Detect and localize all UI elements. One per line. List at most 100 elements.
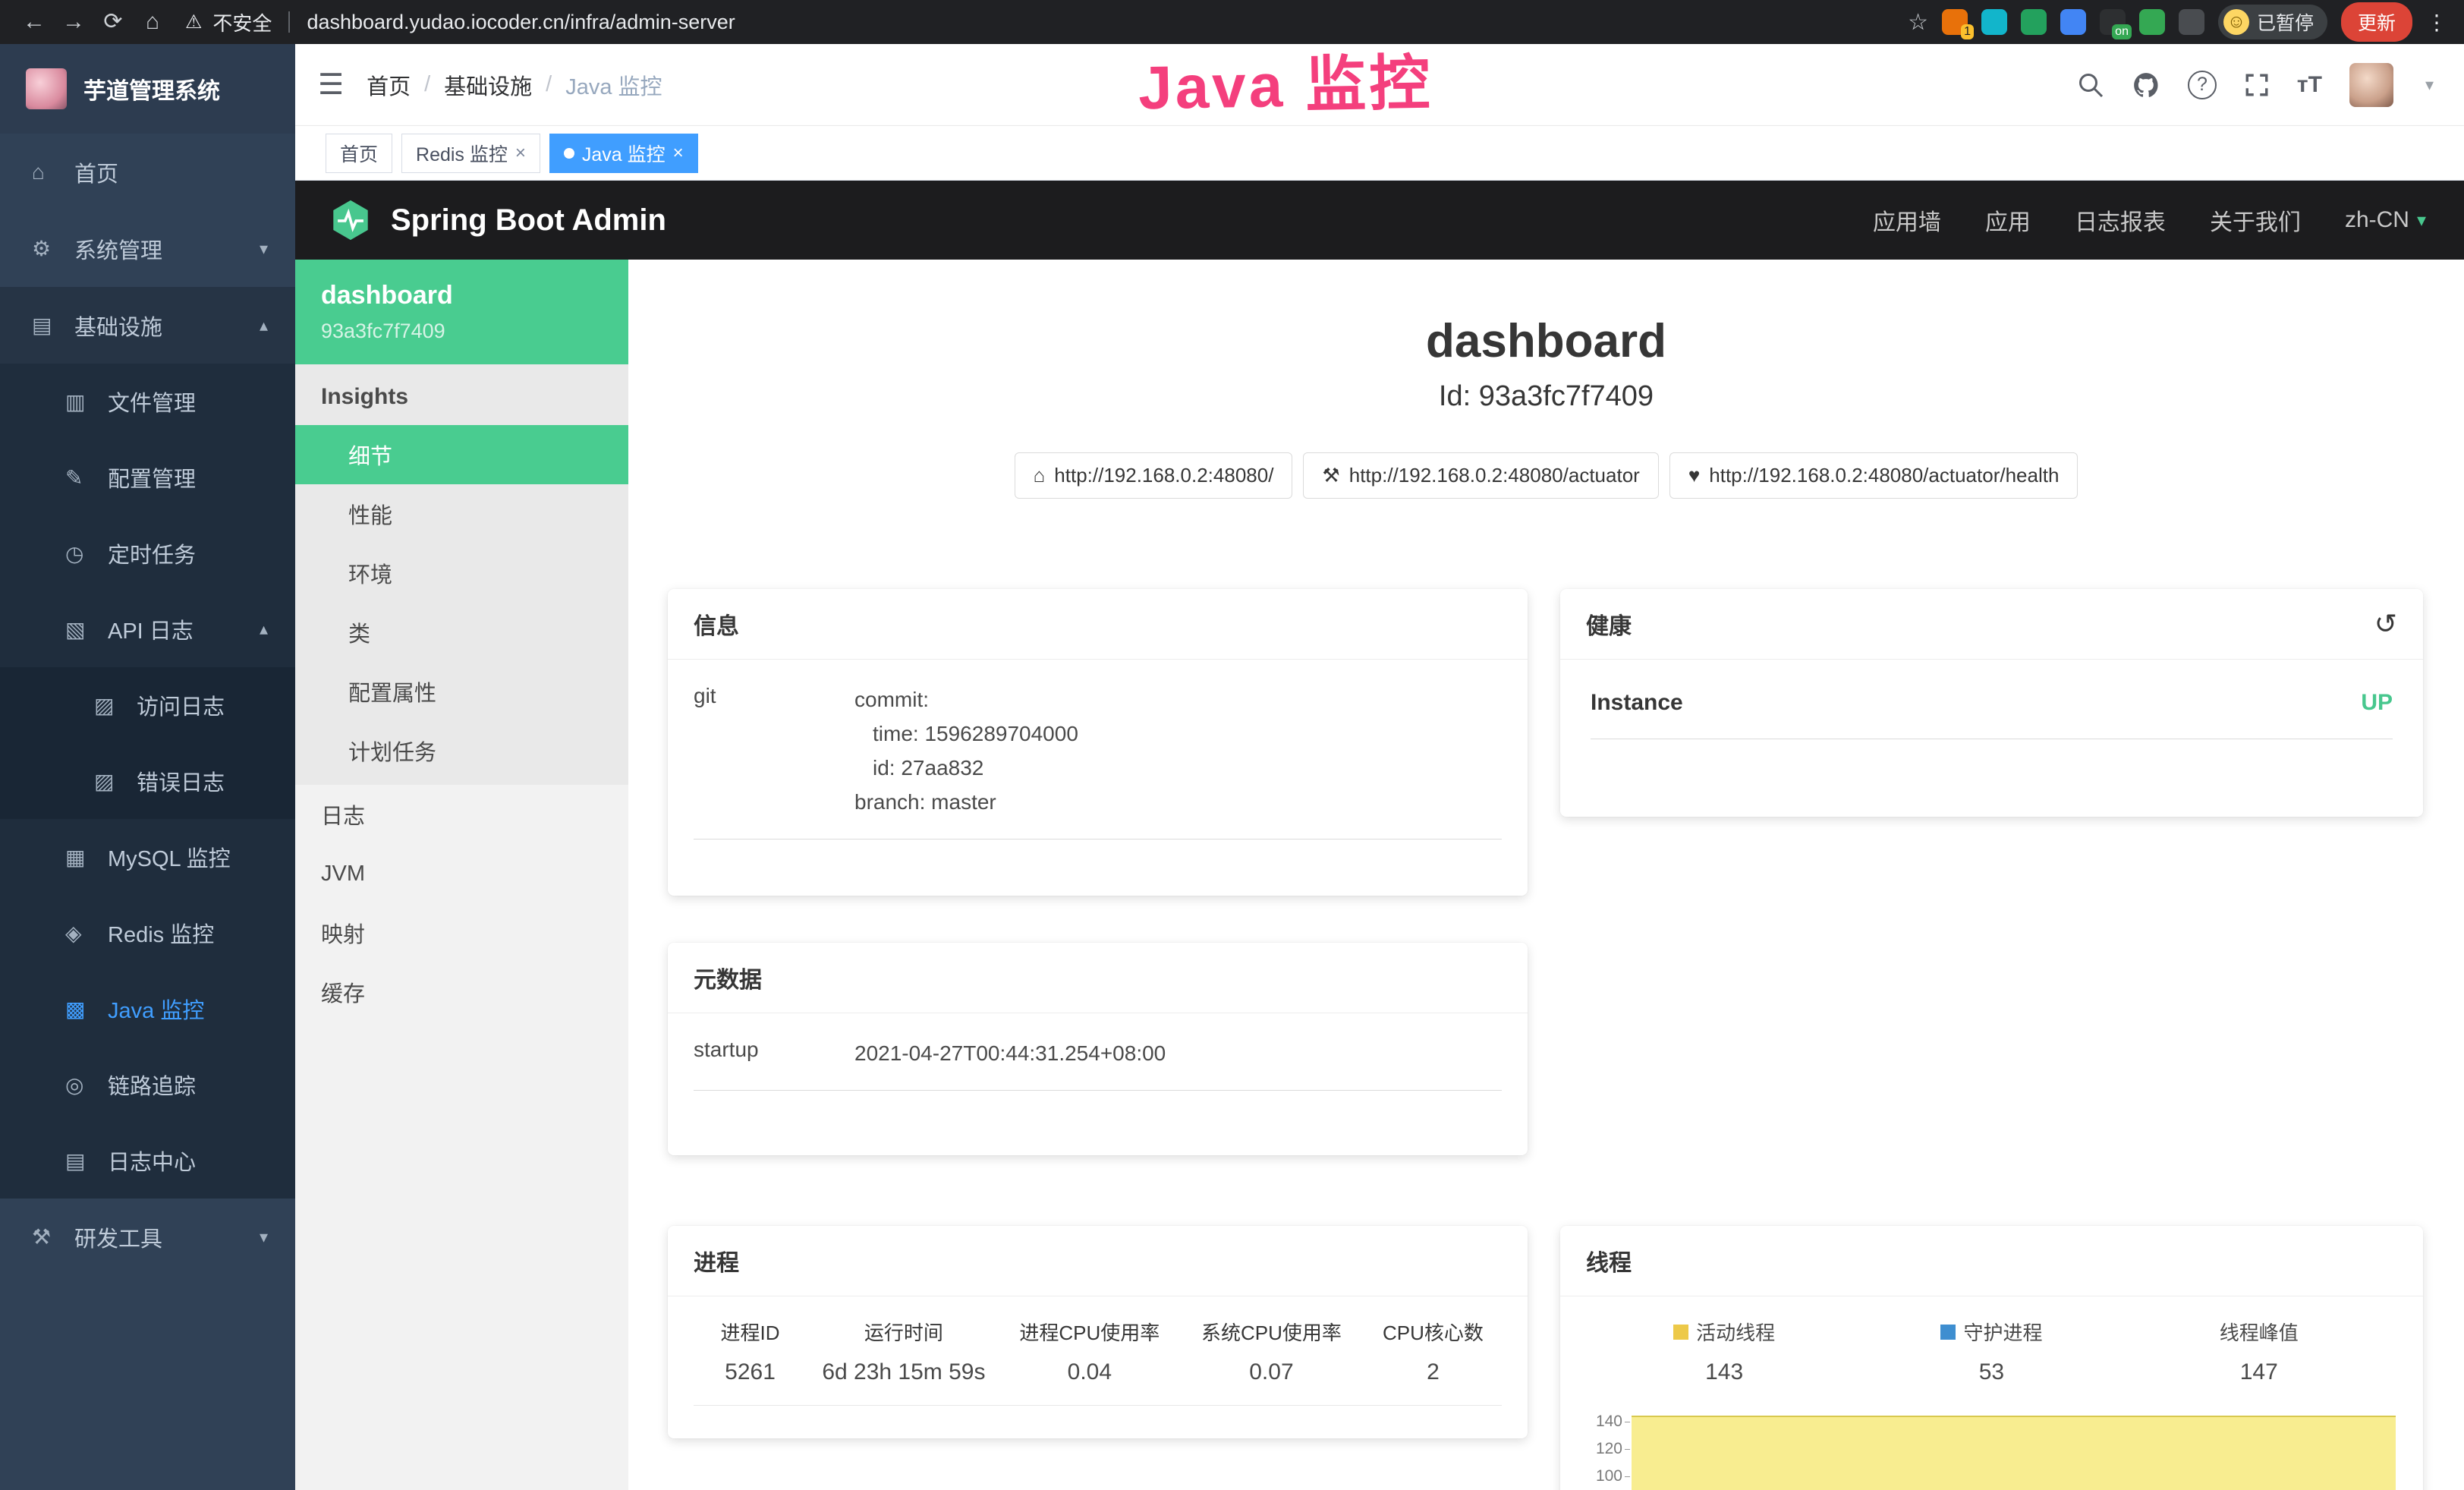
- sidebar-item-error-logs[interactable]: ▨ 错误日志: [0, 743, 295, 819]
- instance-id: 93a3fc7f7409: [321, 320, 603, 343]
- sidebar-item-mysql-monitor[interactable]: ▦ MySQL 监控: [0, 819, 295, 895]
- threads-card: 线程 活动线程 143: [1560, 1226, 2423, 1490]
- profile-paused-chip[interactable]: ☺ 已暂停: [2218, 5, 2327, 39]
- y-tick: 120: [1574, 1440, 1632, 1467]
- health-link[interactable]: ♥ http://192.168.0.2:48080/actuator/heal…: [1669, 452, 2079, 499]
- live-threads-area: [1632, 1416, 2396, 1490]
- infrastructure-icon: ▤: [32, 313, 74, 338]
- extension-icon-6[interactable]: [2139, 9, 2165, 35]
- col-header: 进程CPU使用率: [1001, 1318, 1179, 1346]
- help-icon[interactable]: ?: [2188, 71, 2217, 99]
- browser-home-button[interactable]: ⌂: [135, 0, 170, 44]
- language-selector[interactable]: zh-CN ▾: [2345, 207, 2426, 233]
- link-label: http://192.168.0.2:48080/actuator/health: [1709, 464, 2059, 487]
- url-text: dashboard.yudao.iocoder.cn/infra/admin-s…: [307, 11, 735, 34]
- sidebar-item-dev-tools[interactable]: ⚒ 研发工具 ▾: [0, 1199, 295, 1275]
- close-icon[interactable]: ×: [515, 143, 526, 164]
- extension-icon-1[interactable]: 1: [1942, 9, 1968, 35]
- browser-menu-icon[interactable]: ⋮: [2426, 10, 2447, 35]
- instance-name: dashboard: [321, 281, 603, 310]
- nav-applications[interactable]: 应用: [1985, 203, 2031, 237]
- sidebar-item-infrastructure[interactable]: ▤ 基础设施 ▴: [0, 287, 295, 364]
- browser-back-button[interactable]: ←: [17, 0, 52, 44]
- sba-item-environment[interactable]: 环境: [295, 543, 628, 603]
- sba-item-loggers[interactable]: 日志: [295, 785, 628, 844]
- app-logo[interactable]: 芋道管理系统: [0, 44, 295, 134]
- fullscreen-icon[interactable]: [2244, 72, 2270, 98]
- sba-item-config-properties[interactable]: 配置属性: [295, 662, 628, 721]
- nav-journal[interactable]: 日志报表: [2075, 203, 2166, 237]
- chevron-down-icon: ▾: [260, 239, 268, 259]
- sba-item-jvm[interactable]: JVM: [295, 844, 628, 903]
- breadcrumb-current: Java 监控: [565, 69, 662, 101]
- sidebar-item-home[interactable]: ⌂ 首页: [0, 134, 295, 210]
- git-branch: branch: master: [854, 785, 1078, 819]
- address-separator: [288, 11, 290, 33]
- sidebar-item-file-management[interactable]: ▥ 文件管理: [0, 364, 295, 439]
- sidebar-item-api-logs[interactable]: ▧ API 日志 ▴: [0, 591, 295, 667]
- browser-forward-button[interactable]: →: [56, 0, 91, 44]
- tags-bar: 首页 Redis 监控 × Java 监控 ×: [295, 126, 2464, 181]
- sidebar-item-access-logs[interactable]: ▨ 访问日志: [0, 667, 295, 743]
- git-value: commit: time: 1596289704000 id: 27aa832 …: [854, 682, 1078, 819]
- history-icon[interactable]: ↺: [2374, 608, 2397, 640]
- sidebar-item-label: 研发工具: [74, 1221, 162, 1253]
- sidebar-item-config-management[interactable]: ✎ 配置管理: [0, 439, 295, 515]
- browser-refresh-button[interactable]: ⟳: [96, 0, 131, 44]
- extension-icon-5[interactable]: on: [2100, 9, 2126, 35]
- page-subtitle: Id: 93a3fc7f7409: [628, 380, 2464, 413]
- instance-header[interactable]: dashboard 93a3fc7f7409: [295, 260, 628, 364]
- sba-item-classes[interactable]: 类: [295, 603, 628, 662]
- sba-item-scheduled-tasks[interactable]: 计划任务: [295, 721, 628, 780]
- sba-item-caches[interactable]: 缓存: [295, 962, 628, 1022]
- instance-home-link[interactable]: ⌂ http://192.168.0.2:48080/: [1015, 452, 1293, 499]
- nav-wallboard[interactable]: 应用墙: [1873, 203, 1941, 237]
- legend-swatch-blue: [1940, 1325, 1956, 1340]
- page-title: dashboard: [628, 260, 2464, 368]
- search-icon[interactable]: [2077, 71, 2104, 99]
- close-icon[interactable]: ×: [673, 143, 684, 164]
- extension-icon-2[interactable]: [1981, 9, 2007, 35]
- nav-about[interactable]: 关于我们: [2210, 203, 2301, 237]
- sidebar-item-trace[interactable]: ◎ 链路追踪: [0, 1047, 295, 1123]
- tab-home[interactable]: 首页: [326, 134, 392, 173]
- sba-item-details[interactable]: 细节: [295, 425, 628, 484]
- sidebar-item-label: 配置管理: [108, 461, 196, 493]
- sidebar-item-log-center[interactable]: ▤ 日志中心: [0, 1123, 295, 1199]
- sidebar-item-java-monitor[interactable]: ▩ Java 监控: [0, 971, 295, 1047]
- sba-item-mappings[interactable]: 映射: [295, 903, 628, 962]
- sidebar-item-scheduled-tasks[interactable]: ◷ 定时任务: [0, 515, 295, 591]
- chevron-up-icon: ▴: [260, 619, 268, 639]
- extension-icon-3[interactable]: [2021, 9, 2047, 35]
- user-avatar[interactable]: [2349, 63, 2393, 107]
- git-info-row: git commit: time: 1596289704000 id: 27aa…: [694, 682, 1502, 840]
- font-size-icon[interactable]: тT: [2297, 72, 2322, 98]
- github-icon[interactable]: [2132, 71, 2160, 99]
- address-bar[interactable]: ⚠ 不安全 dashboard.yudao.iocoder.cn/infra/a…: [185, 8, 1903, 36]
- bookmark-star-icon[interactable]: ☆: [1908, 9, 1928, 36]
- sidebar-item-redis-monitor[interactable]: ◈ Redis 监控: [0, 895, 295, 971]
- chevron-up-icon: ▴: [260, 316, 268, 335]
- chevron-down-icon: ▾: [260, 1227, 268, 1247]
- threads-card-title: 线程: [1586, 1244, 1632, 1277]
- breadcrumb-home[interactable]: 首页: [367, 69, 411, 101]
- tab-redis-monitor[interactable]: Redis 监控 ×: [401, 134, 540, 173]
- legend-daemon-threads: 守护进程 53: [1858, 1318, 2125, 1385]
- hamburger-icon[interactable]: ☰: [318, 68, 344, 102]
- breadcrumb-infrastructure[interactable]: 基础设施: [444, 69, 532, 101]
- profile-face-icon: ☺: [2223, 9, 2249, 35]
- sba-item-performance[interactable]: 性能: [295, 484, 628, 543]
- devtools-icon: ⚒: [32, 1224, 74, 1249]
- status-badge: UP: [2361, 690, 2393, 716]
- extension-icon-7[interactable]: [2179, 9, 2204, 35]
- process-table-values: 5261 6d 23h 15m 59s 0.04 0.07 2: [694, 1359, 1502, 1406]
- sidebar-item-system-management[interactable]: ⚙ 系统管理 ▾: [0, 210, 295, 287]
- chevron-down-icon[interactable]: ▾: [2425, 75, 2434, 95]
- sidebar-item-label: 日志中心: [108, 1145, 196, 1177]
- header-icons: ? тT ▾: [2077, 63, 2434, 107]
- tab-java-monitor[interactable]: Java 监控 ×: [549, 134, 698, 173]
- extension-icon-4[interactable]: [2060, 9, 2086, 35]
- browser-update-button[interactable]: 更新: [2341, 2, 2412, 42]
- sba-brand-title[interactable]: Spring Boot Admin: [391, 203, 666, 238]
- actuator-link[interactable]: ⚒ http://192.168.0.2:48080/actuator: [1303, 452, 1658, 499]
